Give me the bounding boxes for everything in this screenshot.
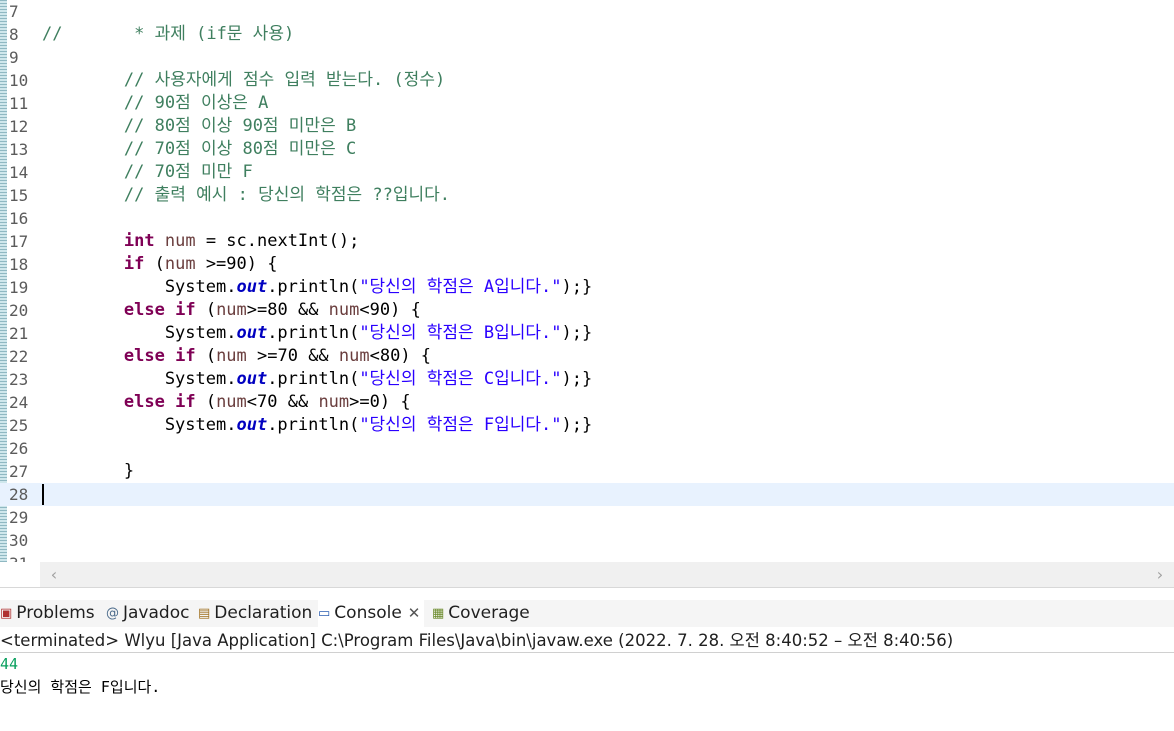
line-number: 19 <box>9 278 29 297</box>
line-number: 24 <box>9 393 29 412</box>
line-number: 31 <box>9 552 39 562</box>
line-number: 20 <box>9 301 29 320</box>
code-line[interactable]: 29 <box>0 506 1174 529</box>
code-line[interactable]: 22 else if (num >=70 && num<80) { <box>0 345 1174 368</box>
code-editor[interactable]: 7 8 // * 과제 (if문 사용) 9 10 // 사용자에게 점수 입력 받는다… <box>0 0 1174 562</box>
console-output[interactable]: 44 당신의 학점은 F입니다. <box>0 653 160 699</box>
code-text[interactable]: System.out.println("당신의 학점은 B입니다.");} <box>42 322 592 345</box>
code-line[interactable]: 18 if (num >=90) { <box>0 253 1174 276</box>
javadoc-icon: @ <box>106 606 119 621</box>
code-line[interactable]: 26 <box>0 437 1174 460</box>
line-number: 9 <box>9 48 19 67</box>
code-line[interactable]: 20 else if (num>=80 && num<90) { <box>0 299 1174 322</box>
code-line[interactable]: 11 // 90점 이상은 A <box>0 92 1174 115</box>
code-text[interactable]: System.out.println("당신의 학점은 F입니다.");} <box>42 414 592 437</box>
code-line[interactable]: 24 else if (num<70 && num>=0) { <box>0 391 1174 414</box>
code-line[interactable]: 25 System.out.println("당신의 학점은 F입니다.");} <box>0 414 1174 437</box>
code-text[interactable]: // 70점 이상 80점 미만은 C <box>42 138 356 161</box>
line-number: 25 <box>9 416 29 435</box>
code-text[interactable]: if (num >=90) { <box>42 253 278 276</box>
code-line[interactable]: 12 // 80점 이상 90점 미만은 B <box>0 115 1174 138</box>
code-text[interactable]: // * 과제 (if문 사용) <box>42 23 294 46</box>
horizontal-scrollbar[interactable]: ‹ › <box>40 562 1174 587</box>
code-text[interactable]: // 80점 이상 90점 미만은 B <box>42 115 356 138</box>
code-text[interactable]: else if (num<70 && num>=0) { <box>42 391 411 414</box>
tab-declaration[interactable]: ▤ Declaration <box>198 600 312 627</box>
line-number: 29 <box>9 508 29 527</box>
line-number: 21 <box>9 324 29 343</box>
code-text[interactable]: // 90점 이상은 A <box>42 92 268 115</box>
line-number: 26 <box>9 439 29 458</box>
coverage-icon: ▦ <box>432 606 445 621</box>
code-line[interactable]: 27 } <box>0 460 1174 483</box>
code-line[interactable]: 30 <box>0 529 1174 552</box>
view-tab-bar: ▣ Problems @ Javadoc ▤ Declaration ▭ Console… <box>0 600 1174 627</box>
line-number: 13 <box>9 140 29 159</box>
code-line[interactable]: 7 <box>0 0 1174 23</box>
line-number: 27 <box>9 462 29 481</box>
code-line[interactable]: 31 <box>0 552 1174 562</box>
code-line[interactable]: 14 // 70점 미만 F <box>0 161 1174 184</box>
console-input-line: 44 <box>0 655 19 673</box>
line-number: 14 <box>9 163 29 182</box>
problems-icon: ▣ <box>0 606 13 621</box>
chevron-left-icon[interactable]: ‹ <box>42 562 66 587</box>
console-status-line: <terminated> Wlyu [Java Application] C:\… <box>0 629 1174 653</box>
code-text[interactable]: } <box>42 460 134 483</box>
line-number: 28 <box>9 485 29 504</box>
tab-label: Console <box>334 603 402 623</box>
code-text[interactable]: // 사용자에게 점수 입력 받는다. (정수) <box>42 69 445 92</box>
text-cursor <box>42 483 44 505</box>
line-number: 15 <box>9 186 29 205</box>
code-line[interactable]: 23 System.out.println("당신의 학점은 C입니다.");} <box>0 368 1174 391</box>
code-line[interactable]: 19 System.out.println("당신의 학점은 A입니다.");} <box>0 276 1174 299</box>
code-line[interactable]: 15 // 출력 예시 : 당신의 학점은 ??입니다. <box>0 184 1174 207</box>
line-number: 16 <box>9 209 29 228</box>
code-line[interactable]: 10 // 사용자에게 점수 입력 받는다. (정수) <box>0 69 1174 92</box>
line-number: 18 <box>9 255 29 274</box>
tab-label: Declaration <box>214 603 313 623</box>
code-text[interactable]: System.out.println("당신의 학점은 C입니다.");} <box>42 368 592 391</box>
line-number: 11 <box>9 94 29 113</box>
line-number: 12 <box>9 117 29 136</box>
code-line[interactable]: 16 <box>0 207 1174 230</box>
tab-problems[interactable]: ▣ Problems <box>0 600 95 627</box>
line-number: 7 <box>9 2 19 21</box>
code-text[interactable]: else if (num >=70 && num<80) { <box>42 345 431 368</box>
line-number: 17 <box>9 232 29 251</box>
tab-label: Problems <box>16 603 95 623</box>
line-number: 22 <box>9 347 29 366</box>
code-lines[interactable]: 7 8 // * 과제 (if문 사용) 9 10 // 사용자에게 점수 입력 받는다… <box>0 0 1174 562</box>
close-icon[interactable]: ✕ <box>408 604 421 622</box>
code-text[interactable]: // 출력 예시 : 당신의 학점은 ??입니다. <box>42 184 450 207</box>
code-text[interactable] <box>42 483 44 506</box>
tab-coverage[interactable]: ▦ Coverage <box>432 600 530 627</box>
tab-console[interactable]: ▭ Console ✕ <box>318 600 425 627</box>
code-line[interactable]: 28 <box>0 483 1174 506</box>
line-number: 23 <box>9 370 29 389</box>
code-text[interactable]: // 70점 미만 F <box>42 161 253 184</box>
line-number: 8 <box>9 25 19 44</box>
code-text[interactable]: int num = sc.nextInt(); <box>42 230 359 253</box>
code-line[interactable]: 8 // * 과제 (if문 사용) <box>0 23 1174 46</box>
code-line[interactable]: 21 System.out.println("당신의 학점은 B입니다.");} <box>0 322 1174 345</box>
code-text[interactable]: System.out.println("당신의 학점은 A입니다.");} <box>42 276 592 299</box>
tab-javadoc[interactable]: @ Javadoc <box>106 600 189 627</box>
tab-label: Coverage <box>448 603 530 623</box>
code-line[interactable]: 13 // 70점 이상 80점 미만은 C <box>0 138 1174 161</box>
declaration-icon: ▤ <box>198 606 211 621</box>
chevron-right-icon[interactable]: › <box>1148 562 1172 587</box>
bottom-views-panel: ▣ Problems @ Javadoc ▤ Declaration ▭ Console… <box>0 587 1174 731</box>
code-line[interactable]: 17 int num = sc.nextInt(); <box>0 230 1174 253</box>
console-output-line: 당신의 학점은 F입니다. <box>0 678 161 696</box>
code-line[interactable]: 9 <box>0 46 1174 69</box>
code-text[interactable]: else if (num>=80 && num<90) { <box>42 299 421 322</box>
line-number: 10 <box>9 71 29 90</box>
console-icon: ▭ <box>318 606 331 621</box>
tab-label: Javadoc <box>123 603 190 623</box>
line-number: 30 <box>9 531 29 550</box>
